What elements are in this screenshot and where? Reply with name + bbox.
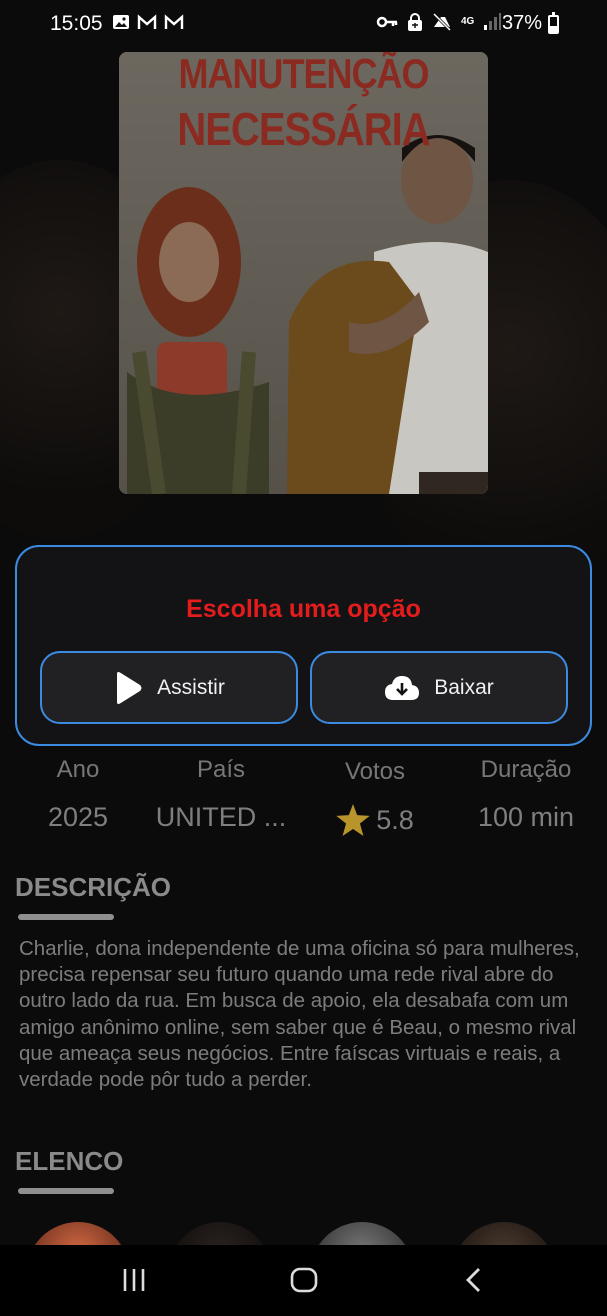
stat-country-value: UNITED ... (155, 802, 287, 832)
stat-votes: Votos 5.8 (330, 758, 420, 841)
cast-avatar[interactable] (452, 1222, 556, 1245)
stat-duration-label: Duração (480, 756, 572, 783)
mute-icon (432, 13, 452, 31)
stat-duration-value: 100 min (477, 802, 575, 832)
gmail-icon (164, 14, 184, 29)
navigation-bar (0, 1245, 607, 1316)
stat-year: Ano 2025 (38, 756, 118, 833)
description-heading: DESCRIÇÃO (15, 872, 172, 902)
poster-title-line1: MANUTENÇÃO (178, 52, 430, 97)
battery-percent: 37% (502, 12, 543, 34)
recents-icon[interactable] (121, 1267, 147, 1293)
home-icon[interactable] (290, 1267, 318, 1293)
description-text: Charlie, dona independente de uma oficin… (19, 937, 580, 1092)
movie-poster: MANUTENÇÃO NECESSÁRIA (119, 52, 488, 494)
notification-icons (112, 13, 184, 31)
cloud-download-icon (384, 675, 420, 701)
cast-heading: ELENCO (15, 1146, 124, 1176)
status-bar: 15:05 4G 37% (0, 0, 607, 46)
star-icon (336, 804, 370, 836)
stat-year-label: Ano (56, 756, 100, 783)
cast-avatar[interactable] (26, 1222, 130, 1245)
cast-list (0, 1222, 607, 1245)
stat-country-label: País (196, 756, 246, 783)
data-4g-icon: 4G (461, 16, 475, 27)
back-icon[interactable] (464, 1267, 482, 1293)
stat-country: País UNITED ... (146, 756, 296, 833)
stat-votes-value: 5.8 (376, 804, 414, 835)
watch-button[interactable]: Assistir (40, 651, 298, 724)
download-button-label: Baixar (434, 675, 494, 699)
signal-icon (484, 13, 502, 30)
image-icon (113, 15, 129, 29)
cast-underline (18, 1188, 114, 1194)
status-time: 15:05 (50, 12, 103, 35)
description-underline (18, 914, 114, 920)
cast-avatar[interactable] (168, 1222, 272, 1245)
dialog-title: Escolha uma opção (186, 595, 421, 623)
stat-votes-rating: 5.8 (336, 804, 414, 836)
stat-votes-label: Votos (344, 758, 406, 785)
options-dialog: Escolha uma opção Assistir Baixar (15, 545, 592, 746)
poster-title-line2: NECESSÁRIA (177, 104, 430, 156)
stat-year-value: 2025 (47, 802, 109, 832)
lock-icon (408, 13, 422, 31)
key-icon (376, 16, 398, 28)
gmail-icon (137, 14, 157, 29)
play-icon (113, 671, 143, 705)
system-icons: 4G (376, 13, 502, 31)
download-button[interactable]: Baixar (310, 651, 568, 724)
cast-avatar[interactable] (310, 1222, 414, 1245)
battery-icon (548, 12, 559, 34)
stat-duration: Duração 100 min (466, 756, 586, 833)
watch-button-label: Assistir (157, 675, 225, 699)
